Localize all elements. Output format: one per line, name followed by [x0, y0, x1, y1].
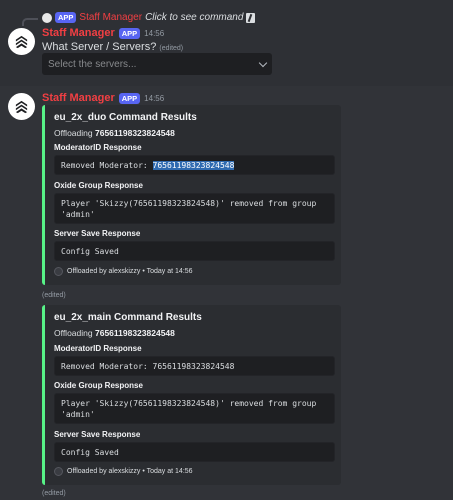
staff-manager-logo-icon: [15, 100, 28, 114]
code-text: 'admin': [61, 409, 95, 419]
interaction-prompt[interactable]: Click to see command: [145, 12, 243, 23]
code-text: 'admin': [61, 209, 95, 219]
edited-label: (edited): [42, 490, 66, 497]
staff-manager-logo-icon: [15, 35, 28, 49]
embed-title: eu_2x_duo Command Results: [54, 112, 197, 123]
footer-avatar: [54, 267, 63, 276]
select-placeholder: Select the servers...: [48, 58, 137, 70]
bot-mini-avatar: [42, 12, 52, 23]
code-block: Removed Moderator: 76561198323824548: [54, 356, 335, 376]
message-content: What Server / Servers? (edited): [42, 41, 183, 53]
server-select-dropdown[interactable]: Select the servers...: [42, 53, 272, 75]
embed-eu-2x-duo: eu_2x_duo Command Results Offloading 765…: [42, 105, 341, 285]
slash-command-icon: [246, 12, 256, 23]
selected-text: 76561198323824548: [152, 160, 235, 170]
embed-offloading: Offloading 76561198323824548: [54, 128, 175, 138]
embed-footer: Offloaded by alexskizzy • Today at 14:56: [54, 467, 193, 476]
field-name: ModeratorID Response: [54, 143, 142, 152]
embed-offloading: Offloading 76561198323824548: [54, 328, 175, 338]
field-name: Oxide Group Response: [54, 381, 143, 390]
timestamp: 14:56: [144, 28, 165, 38]
code-block: Player 'Skizzy(76561198323824548)' remov…: [54, 193, 335, 224]
code-text: 76561198323824548: [152, 361, 235, 371]
app-badge: APP: [55, 12, 77, 23]
field-name: Oxide Group Response: [54, 181, 143, 190]
edited-label: (edited): [42, 292, 66, 299]
offloading-label: Offloading: [54, 328, 93, 338]
offloading-id: 76561198323824548: [94, 328, 175, 338]
offloading-id: 76561198323824548: [94, 128, 175, 138]
code-text: Removed Moderator:: [61, 361, 153, 371]
question-text: What Server / Servers?: [42, 41, 157, 53]
footer-text: Offloaded by alexskizzy • Today at 14:56: [67, 468, 193, 475]
code-text: Config Saved: [61, 246, 119, 256]
code-block: Config Saved: [54, 241, 335, 261]
code-text: Config Saved: [61, 447, 119, 457]
code-block: Removed Moderator: 76561198323824548: [54, 155, 335, 175]
embed-title: eu_2x_main Command Results: [54, 312, 202, 323]
field-name: Server Save Response: [54, 229, 141, 238]
code-text: Player 'Skizzy(76561198323824548)' remov…: [61, 398, 317, 408]
avatar[interactable]: [8, 93, 35, 120]
timestamp: 14:56: [144, 93, 165, 103]
message-header: Staff Manager APP 14:56: [42, 27, 164, 39]
field-name: ModeratorID Response: [54, 344, 142, 353]
username[interactable]: Staff Manager: [42, 27, 115, 39]
code-block: Player 'Skizzy(76561198323824548)' remov…: [54, 393, 335, 424]
code-text: Player 'Skizzy(76561198323824548)' remov…: [61, 198, 317, 208]
username[interactable]: Staff Manager: [42, 92, 115, 104]
interaction-header[interactable]: APP Staff Manager Click to see command: [42, 12, 256, 23]
footer-text: Offloaded by alexskizzy • Today at 14:56: [67, 268, 193, 275]
message-header: Staff Manager APP 14:56: [42, 92, 164, 104]
embed-footer: Offloaded by alexskizzy • Today at 14:56: [54, 267, 193, 276]
code-text: Removed Moderator:: [61, 160, 153, 170]
field-name: Server Save Response: [54, 430, 141, 439]
edited-label: (edited): [159, 45, 184, 52]
interaction-bot-name[interactable]: Staff Manager: [79, 12, 142, 23]
embed-eu-2x-main: eu_2x_main Command Results Offloading 76…: [42, 305, 341, 485]
avatar[interactable]: [8, 28, 35, 55]
app-badge: APP: [118, 92, 141, 104]
chevron-down-icon: [258, 58, 268, 67]
footer-avatar: [54, 467, 63, 476]
offloading-label: Offloading: [54, 128, 93, 138]
message-server-select: APP Staff Manager Click to see command S…: [0, 0, 453, 86]
reply-connector: [22, 18, 38, 26]
code-block: Config Saved: [54, 442, 335, 462]
app-badge: APP: [118, 27, 141, 39]
